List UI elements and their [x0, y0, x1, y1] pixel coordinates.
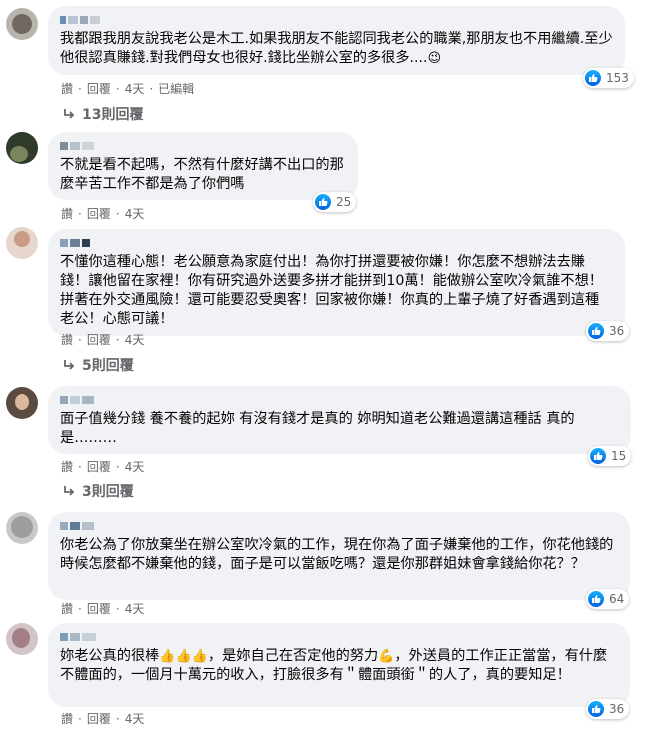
avatar[interactable]	[6, 227, 38, 259]
view-replies[interactable]: 5則回覆	[62, 355, 134, 375]
commenter-name[interactable]	[60, 237, 613, 249]
view-replies[interactable]: 3則回覆	[62, 481, 134, 501]
commenter-name[interactable]	[60, 520, 618, 532]
comment-bubble: 妳老公真的很棒👍👍👍，是妳自己在否定他的努力💪，外送員的工作正正當當，有什麼不體…	[48, 623, 630, 707]
reply-arrow-icon	[64, 109, 75, 119]
comment-meta: 讚 · 回覆 · 4天	[61, 710, 145, 727]
like-link[interactable]: 讚	[61, 331, 73, 348]
reply-link[interactable]: 回覆	[87, 331, 111, 348]
avatar[interactable]	[6, 8, 38, 40]
like-link[interactable]: 讚	[61, 80, 73, 97]
reply-arrow-icon	[64, 360, 75, 370]
like-link[interactable]: 讚	[61, 600, 73, 617]
avatar[interactable]	[6, 512, 38, 544]
comment-bubble: 我都跟我朋友說我老公是木工.如果我朋友不能認同我老公的職業,那朋友也不用繼續.至…	[48, 6, 625, 75]
avatar[interactable]	[6, 132, 38, 164]
thumbs-up-icon	[585, 70, 601, 86]
reply-link[interactable]: 回覆	[87, 458, 111, 475]
commenter-name[interactable]	[60, 140, 346, 152]
commenter-name[interactable]	[60, 631, 618, 643]
thumbs-up-icon	[588, 701, 604, 717]
reaction-count[interactable]: 15	[588, 446, 632, 466]
reply-arrow-icon	[64, 486, 75, 496]
thumbs-up-icon	[590, 448, 606, 464]
timestamp[interactable]: 4天	[125, 205, 145, 222]
reaction-count[interactable]: 25	[313, 192, 357, 212]
commenter-name[interactable]	[60, 14, 613, 26]
comment-meta: 讚 · 回覆 · 4天 · 已編輯	[61, 80, 195, 97]
comment-text: 我都跟我朋友說我老公是木工.如果我朋友不能認同我老公的職業,那朋友也不用繼續.至…	[60, 31, 613, 66]
thumbs-up-icon	[588, 591, 604, 607]
reaction-count[interactable]: 153	[583, 68, 634, 88]
reply-link[interactable]: 回覆	[87, 600, 111, 617]
like-link[interactable]: 讚	[61, 205, 73, 222]
reaction-count[interactable]: 36	[586, 321, 630, 341]
thumbs-up-icon	[315, 194, 331, 210]
comment-text: 不就是看不起嗎，不然有什麼好講不出口的那麼辛苦工作不都是為了你們嗎	[60, 157, 344, 192]
flexed-biceps-emoji-icon: 💪	[378, 649, 395, 664]
reply-link[interactable]: 回覆	[87, 710, 111, 727]
reaction-count[interactable]: 64	[586, 589, 630, 609]
timestamp[interactable]: 4天	[125, 600, 145, 617]
thumbs-up-emoji-icon: 👍👍👍	[159, 649, 208, 664]
view-replies[interactable]: 13則回覆	[62, 104, 143, 124]
comment-meta: 讚 · 回覆 · 4天	[61, 205, 145, 222]
like-link[interactable]: 讚	[61, 710, 73, 727]
thumbs-up-icon	[588, 323, 604, 339]
comment-bubble: 不就是看不起嗎，不然有什麼好講不出口的那麼辛苦工作不都是為了你們嗎	[48, 132, 358, 200]
commenter-name[interactable]	[60, 394, 619, 406]
comment-meta: 讚 · 回覆 · 4天	[61, 458, 145, 475]
wink-emoji-icon: 😉	[427, 51, 442, 66]
comment-meta: 讚 · 回覆 · 4天	[61, 331, 145, 348]
comment-text: 面子值幾分錢 養不養的起妳 有沒有錢才是真的 妳明知道老公難過還講這種話 真的是…	[60, 411, 575, 446]
comment-text: 你老公為了你放棄坐在辦公室吹冷氣的工作，現在你為了面子嫌棄他的工作，你花他錢的時…	[60, 537, 614, 572]
comment-text: 不懂你這種心態！老公願意為家庭付出！為你打拼還要被你嫌！你怎麼不想辦法去賺錢！讓…	[60, 254, 603, 327]
edited-label: 已編輯	[158, 82, 195, 96]
reply-link[interactable]: 回覆	[87, 80, 111, 97]
like-link[interactable]: 讚	[61, 458, 73, 475]
avatar[interactable]	[6, 623, 38, 655]
timestamp[interactable]: 4天	[125, 710, 145, 727]
comment-bubble: 你老公為了你放棄坐在辦公室吹冷氣的工作，現在你為了面子嫌棄他的工作，你花他錢的時…	[48, 512, 630, 600]
reply-link[interactable]: 回覆	[87, 205, 111, 222]
timestamp[interactable]: 4天	[125, 458, 145, 475]
reaction-count[interactable]: 36	[586, 699, 630, 719]
timestamp[interactable]: 4天	[125, 80, 145, 97]
timestamp[interactable]: 4天	[125, 331, 145, 348]
avatar[interactable]	[6, 387, 38, 419]
comment-text: 妳老公真的很棒👍👍👍，是妳自己在否定他的努力💪，外送員的工作正正當當，有什麼不體…	[60, 648, 608, 683]
comment-bubble: 不懂你這種心態！老公願意為家庭付出！為你打拼還要被你嫌！你怎麼不想辦法去賺錢！讓…	[48, 229, 625, 336]
comment-bubble: 面子值幾分錢 養不養的起妳 有沒有錢才是真的 妳明知道老公難過還講這種話 真的是…	[48, 386, 631, 454]
comment-meta: 讚 · 回覆 · 4天	[61, 600, 145, 617]
